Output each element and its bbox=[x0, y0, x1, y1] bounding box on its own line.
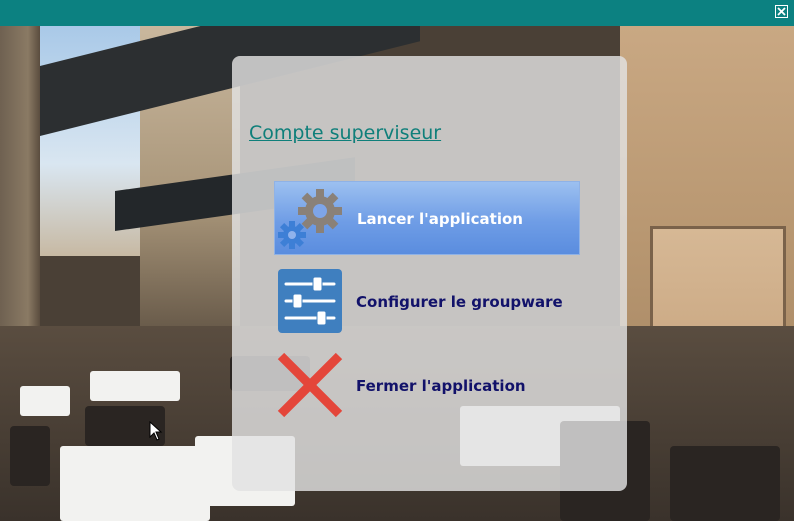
mouse-cursor-icon bbox=[149, 421, 163, 441]
configure-groupware-button[interactable]: Configurer le groupware bbox=[274, 265, 580, 339]
sliders-icon bbox=[278, 269, 342, 333]
gears-icon bbox=[278, 189, 342, 249]
close-icon bbox=[777, 7, 786, 16]
red-x-icon bbox=[277, 352, 343, 418]
app-window: Compte superviseur Lancer l'application … bbox=[0, 0, 794, 521]
configure-groupware-label: Configurer le groupware bbox=[356, 293, 563, 311]
launch-application-button[interactable]: Lancer l'application bbox=[274, 181, 580, 255]
supervisor-panel: Compte superviseur Lancer l'application … bbox=[232, 56, 627, 491]
close-application-button[interactable]: Fermer l'application bbox=[274, 349, 580, 423]
supervisor-account-link[interactable]: Compte superviseur bbox=[249, 122, 441, 144]
close-application-label: Fermer l'application bbox=[356, 377, 526, 395]
title-bar bbox=[0, 0, 794, 26]
close-button[interactable] bbox=[775, 5, 788, 18]
launch-application-label: Lancer l'application bbox=[357, 210, 523, 228]
